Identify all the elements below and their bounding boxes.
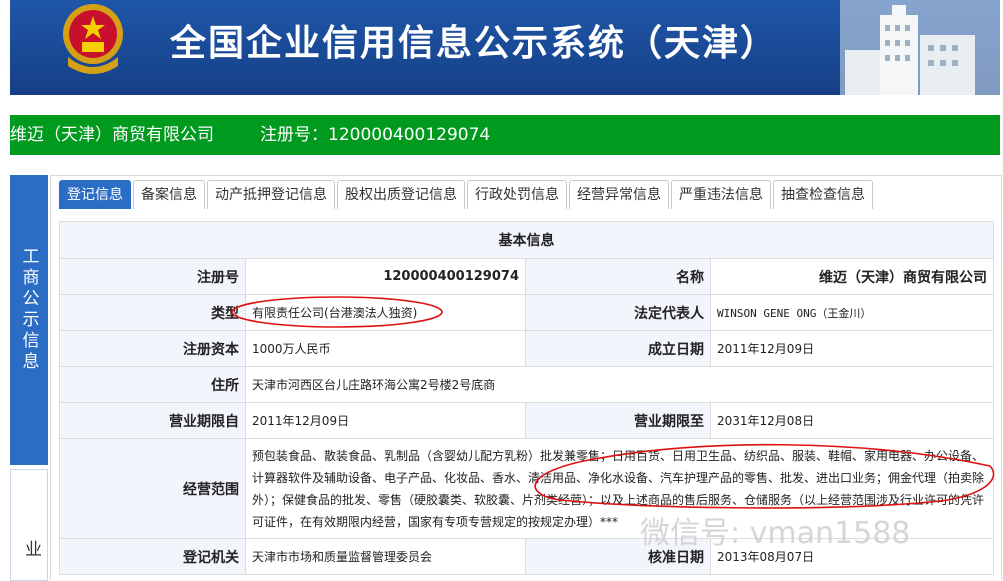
side-nav-label: 企业	[21, 540, 47, 561]
tab-equity-pledge[interactable]: 股权出质登记信息	[337, 180, 465, 209]
tab-bar: 登记信息 备案信息 动产抵押登记信息 股权出质登记信息 行政处罚信息 经营异常信…	[59, 180, 875, 210]
company-reg-number: 注册号：120000400129074	[260, 115, 490, 155]
building-illustration	[840, 0, 1000, 95]
company-header-bar: 维迈（天津）商贸有限公司 注册号：120000400129074	[10, 115, 1000, 155]
tab-admin-penalty[interactable]: 行政处罚信息	[467, 180, 567, 209]
side-nav: 工商公示信息 企业	[10, 175, 48, 581]
label-authority: 登记机关	[59, 538, 246, 575]
value-term-to: 2031年12月08日	[710, 402, 994, 439]
value-reg-no: 120000400129074	[245, 258, 526, 295]
value-capital: 1000万人民币	[245, 330, 526, 367]
value-authority: 天津市市场和质量监督管理委员会	[245, 538, 526, 575]
value-term-from: 2011年12月09日	[245, 402, 526, 439]
value-type: 有限责任公司(台港澳法人独资)	[245, 294, 526, 331]
side-nav-item-qiye[interactable]: 企业	[10, 469, 48, 581]
label-address: 住所	[59, 366, 246, 403]
side-nav-label: 工商公示信息	[18, 247, 39, 373]
label-scope: 经营范围	[59, 438, 246, 539]
tab-filing[interactable]: 备案信息	[133, 180, 205, 209]
side-nav-item-gongshang[interactable]: 工商公示信息	[10, 175, 48, 465]
tab-abnormal-operation[interactable]: 经营异常信息	[569, 180, 669, 209]
label-term-to: 营业期限至	[525, 402, 711, 439]
watermark: 微信号: vman1588	[640, 516, 911, 551]
page-title: 全国企业信用信息公示系统（天津）	[170, 23, 779, 64]
label-type: 类型	[59, 294, 246, 331]
tab-registration[interactable]: 登记信息	[59, 180, 131, 209]
label-capital: 注册资本	[59, 330, 246, 367]
national-emblem-icon	[63, 4, 123, 74]
value-address: 天津市河西区台儿庄路环海公寓2号楼2号底商	[245, 366, 994, 403]
site-banner: 全国企业信用信息公示系统（天津）	[10, 0, 1000, 95]
label-established: 成立日期	[525, 330, 711, 367]
reg-value: 120000400129074	[328, 125, 491, 145]
label-term-from: 营业期限自	[59, 402, 246, 439]
label-name: 名称	[525, 258, 711, 295]
value-established: 2011年12月09日	[710, 330, 994, 367]
company-name: 维迈（天津）商贸有限公司	[10, 125, 214, 145]
reg-label: 注册号：	[260, 125, 328, 145]
value-name: 维迈（天津）商贸有限公司	[710, 258, 994, 295]
tab-chattel-mortgage[interactable]: 动产抵押登记信息	[207, 180, 335, 209]
label-reg-no: 注册号	[59, 258, 246, 295]
tab-spot-check[interactable]: 抽查检查信息	[773, 180, 873, 209]
value-legal-rep: WINSON GENE ONG（王金川）	[710, 294, 994, 331]
label-legal-rep: 法定代表人	[525, 294, 711, 331]
tab-serious-violation[interactable]: 严重违法信息	[671, 180, 771, 209]
section-heading: 基本信息	[59, 221, 994, 259]
